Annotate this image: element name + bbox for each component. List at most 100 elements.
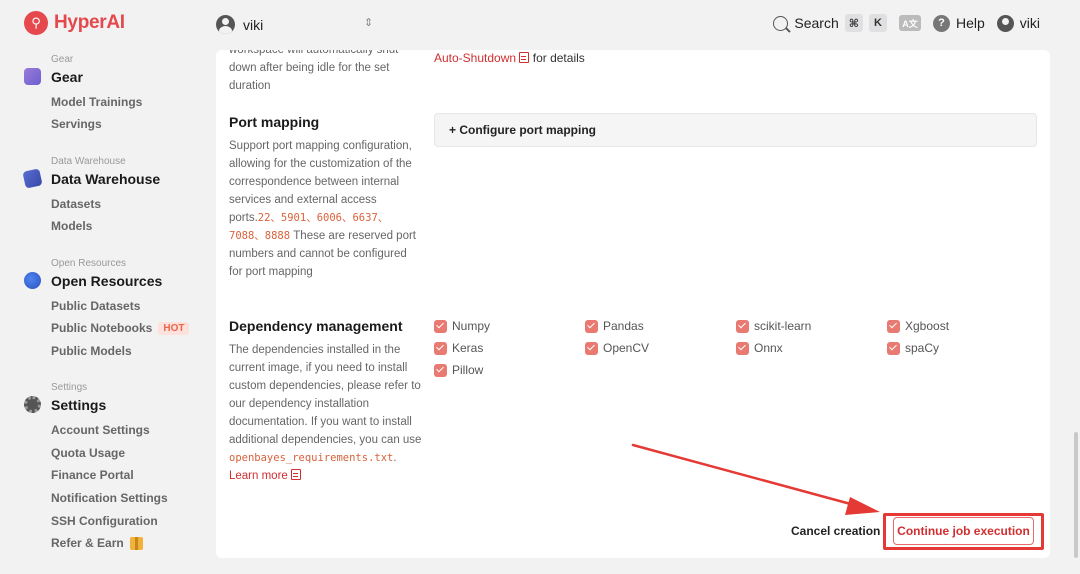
port-mapping-description: Support port mapping configuration, allo… [229,137,423,281]
sidebar-item-account-settings[interactable]: Account Settings [51,423,150,437]
data-warehouse-icon [22,168,43,189]
top-bar: ⚲ HyperAI viki ⇕ Search ⌘ K A文 ? Help vi… [0,0,1080,50]
auto-shutdown-note: Auto-Shutdown for details [434,51,585,65]
sidebar-item-finance-portal[interactable]: Finance Portal [51,468,134,482]
dependency-checkbox[interactable]: Numpy [434,319,490,333]
checkbox-checked-icon [887,319,900,333]
dependency-name: scikit-learn [754,319,812,333]
learn-more-label: Learn more [229,470,288,482]
sidebar-item-servings[interactable]: Servings [51,117,102,131]
search-icon [773,15,789,31]
settings-gear-icon [24,396,41,413]
learn-more-link[interactable]: Learn more [229,469,302,482]
dependency-checkbox[interactable]: scikit-learn [736,319,811,333]
hot-badge: HOT [158,321,190,335]
logo-text: HyperAI [54,12,125,33]
dependency-name: OpenCV [603,341,650,355]
sidebar-section-gear[interactable]: Gear [24,68,83,85]
auto-shutdown-suffix: for details [532,51,585,65]
auto-shutdown-link[interactable]: Auto-Shutdown [434,51,530,65]
cancel-creation-button[interactable]: Cancel creation [791,524,880,538]
dependency-checkbox[interactable]: Xgboost [887,319,949,333]
gift-icon [129,536,143,550]
sidebar-item-model-trainings[interactable]: Model Trainings [51,95,142,109]
job-creation-form: workspace will automatically shut down a… [216,50,1050,558]
shortcut-mod-key: ⌘ [844,14,863,32]
shortcut-k-key: K [868,14,887,32]
chevron-updown-icon: ⇕ [364,17,374,29]
sidebar-section-title: Settings [51,396,107,413]
user-menu[interactable]: viki [996,14,1040,32]
dependency-checkbox[interactable]: Pillow [434,363,483,377]
document-icon [291,469,302,480]
scrollbar-thumb[interactable] [1074,432,1078,558]
dependency-desc-dot: . [393,452,397,464]
sidebar-item-public-notebooks[interactable]: Public Notebooks HOT [51,321,190,335]
dependency-name: Numpy [452,319,491,333]
checkbox-checked-icon [736,341,749,355]
sidebar: Gear Gear Model Trainings Servings Data … [0,50,210,574]
dependency-checkbox[interactable]: Keras [434,341,483,355]
checkbox-checked-icon [434,319,447,333]
sidebar-section-title: Open Resources [51,272,163,289]
sidebar-section-title: Gear [51,68,83,85]
sidebar-item-refer-earn[interactable]: Refer & Earn [51,536,143,550]
sidebar-item-public-datasets[interactable]: Public Datasets [51,299,140,313]
dependency-name: Pandas [603,319,644,333]
user-avatar-icon [996,14,1014,32]
checkbox-checked-icon [736,319,749,333]
sidebar-section-caption-open-resources: Open Resources [51,258,127,269]
sidebar-section-caption-gear: Gear [51,54,74,65]
dependency-name: Pillow [452,363,484,377]
auto-shutdown-link-label: Auto-Shutdown [434,51,517,65]
search-label: Search [794,15,839,31]
dependency-name: Xgboost [905,319,950,333]
logo[interactable]: ⚲ HyperAI [24,11,125,35]
help-label: Help [955,15,985,31]
continue-job-execution-button[interactable]: Continue job execution [893,517,1034,545]
translate-icon[interactable]: A文 [898,15,921,31]
sidebar-section-caption-data-warehouse: Data Warehouse [51,156,126,167]
sidebar-item-quota-usage[interactable]: Quota Usage [51,446,125,460]
workspace-name: viki [243,16,264,33]
checkbox-checked-icon [585,341,598,355]
sidebar-item-datasets[interactable]: Datasets [51,197,101,211]
open-resources-icon [24,272,41,289]
workspace-selector[interactable]: viki ⇕ [216,15,373,34]
document-icon [519,52,530,63]
help-button[interactable]: ? Help [932,14,985,32]
dependency-name: Onnx [754,341,783,355]
sidebar-item-public-models[interactable]: Public Models [51,344,132,358]
checkbox-checked-icon [434,341,447,355]
sidebar-section-open-resources[interactable]: Open Resources [24,272,162,289]
sidebar-item-models[interactable]: Models [51,219,92,233]
dependency-checkbox[interactable]: spaCy [887,341,939,355]
checkbox-checked-icon [585,319,598,333]
auto-shutdown-description: workspace will automatically shut down a… [229,50,399,92]
sidebar-section-caption-settings: Settings [51,382,88,393]
configure-port-mapping-button[interactable]: + Configure port mapping [434,113,1037,147]
requirements-filename: openbayes_requirements.txt [229,452,394,464]
sidebar-section-data-warehouse[interactable]: Data Warehouse [22,168,161,189]
dependency-checkbox[interactable]: OpenCV [585,341,649,355]
sidebar-section-title: Data Warehouse [51,170,161,187]
gear-icon [24,68,41,85]
sidebar-item-ssh-configuration[interactable]: SSH Configuration [51,514,158,528]
search-button[interactable]: Search ⌘ K [773,14,887,32]
checkbox-checked-icon [887,341,900,355]
checkbox-checked-icon [434,363,447,377]
sidebar-item-label: Refer & Earn [51,536,124,550]
dependency-desc-text: The dependencies installed in the curren… [229,344,422,446]
dependency-checkbox[interactable]: Pandas [585,319,644,333]
sidebar-item-notification-settings[interactable]: Notification Settings [51,491,168,505]
user-name: viki [1019,15,1040,31]
dependency-checkbox[interactable]: Onnx [736,341,783,355]
dependency-description: The dependencies installed in the curren… [229,341,423,485]
sidebar-section-settings[interactable]: Settings [24,396,106,413]
workspace-avatar-icon [216,15,235,34]
help-icon: ? [932,14,950,32]
dependency-management-label: Dependency management [229,318,403,334]
port-mapping-label: Port mapping [229,114,320,130]
dependency-name: spaCy [905,341,940,355]
hyperai-logo-icon: ⚲ [24,11,48,35]
